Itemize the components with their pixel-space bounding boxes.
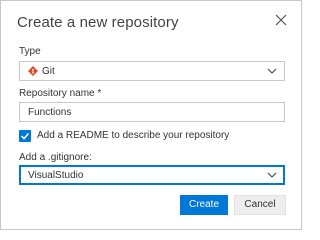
- cancel-button[interactable]: Cancel: [234, 195, 286, 215]
- gitignore-select[interactable]: VisualStudio: [19, 165, 285, 185]
- type-label: Type: [19, 46, 41, 57]
- readme-checkbox-label[interactable]: Add a README to describe your repository: [37, 130, 229, 141]
- readme-checkbox[interactable]: [19, 130, 31, 142]
- checkmark-icon: [20, 132, 30, 140]
- type-select-value: Git: [42, 66, 55, 77]
- repo-name-input[interactable]: Functions: [19, 102, 285, 122]
- repo-name-value: Functions: [28, 107, 72, 118]
- gitignore-label: Add a .gitignore:: [19, 152, 92, 163]
- repo-name-label: Repository name *: [19, 88, 102, 99]
- git-icon: [28, 66, 38, 76]
- create-button[interactable]: Create: [180, 195, 228, 215]
- type-select[interactable]: Git: [19, 61, 285, 81]
- chevron-down-icon: [267, 67, 277, 75]
- close-icon[interactable]: [275, 13, 287, 26]
- chevron-down-icon: [267, 171, 277, 179]
- gitignore-select-value: VisualStudio: [28, 170, 84, 181]
- create-repository-dialog: Create a new repository Type Git Reposit…: [0, 0, 302, 230]
- dialog-title: Create a new repository: [17, 14, 179, 31]
